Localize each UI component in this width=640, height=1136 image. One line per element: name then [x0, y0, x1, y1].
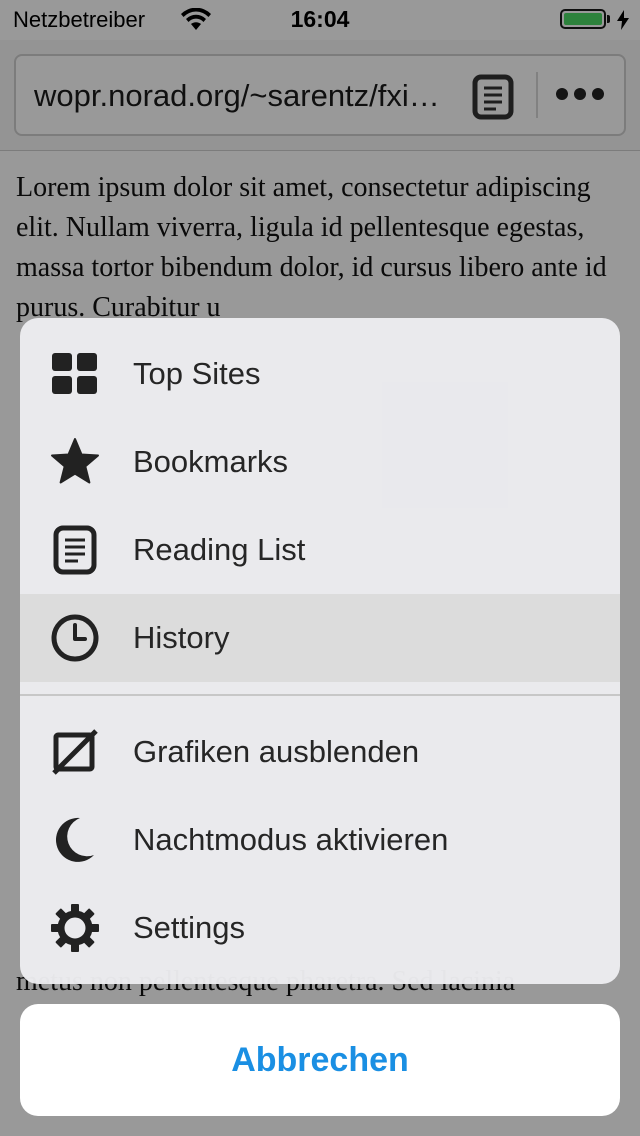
star-icon	[51, 438, 99, 484]
hide-images-icon	[52, 729, 98, 775]
menu-item-top-sites[interactable]: Top Sites	[20, 330, 620, 418]
menu-item-label: Bookmarks	[133, 444, 289, 479]
moon-icon	[55, 817, 94, 862]
menu-item-hide-images[interactable]: Grafiken ausblenden	[20, 708, 620, 796]
cancel-button[interactable]: Abbrechen	[20, 1004, 620, 1116]
action-menu: Top Sites Bookmarks Reading List History…	[20, 318, 620, 984]
reading-list-icon	[53, 525, 97, 575]
menu-item-label: Nachtmodus aktivieren	[133, 822, 449, 857]
menu-item-settings[interactable]: Settings	[20, 884, 620, 972]
menu-item-label: Settings	[133, 910, 246, 945]
menu-item-label: History	[133, 620, 230, 655]
menu-item-label: Top Sites	[133, 356, 261, 391]
menu-item-history[interactable]: History	[20, 594, 620, 682]
grid-icon	[52, 353, 97, 394]
menu-item-label: Reading List	[133, 532, 306, 567]
menu-item-reading-list[interactable]: Reading List	[20, 506, 620, 594]
menu-item-night-mode[interactable]: Nachtmodus aktivieren	[20, 796, 620, 884]
menu-divider	[20, 694, 620, 696]
clock-icon	[51, 614, 99, 662]
gear-icon	[51, 904, 99, 952]
menu-item-bookmarks[interactable]: Bookmarks	[20, 418, 620, 506]
menu-item-label: Grafiken ausblenden	[133, 734, 420, 769]
